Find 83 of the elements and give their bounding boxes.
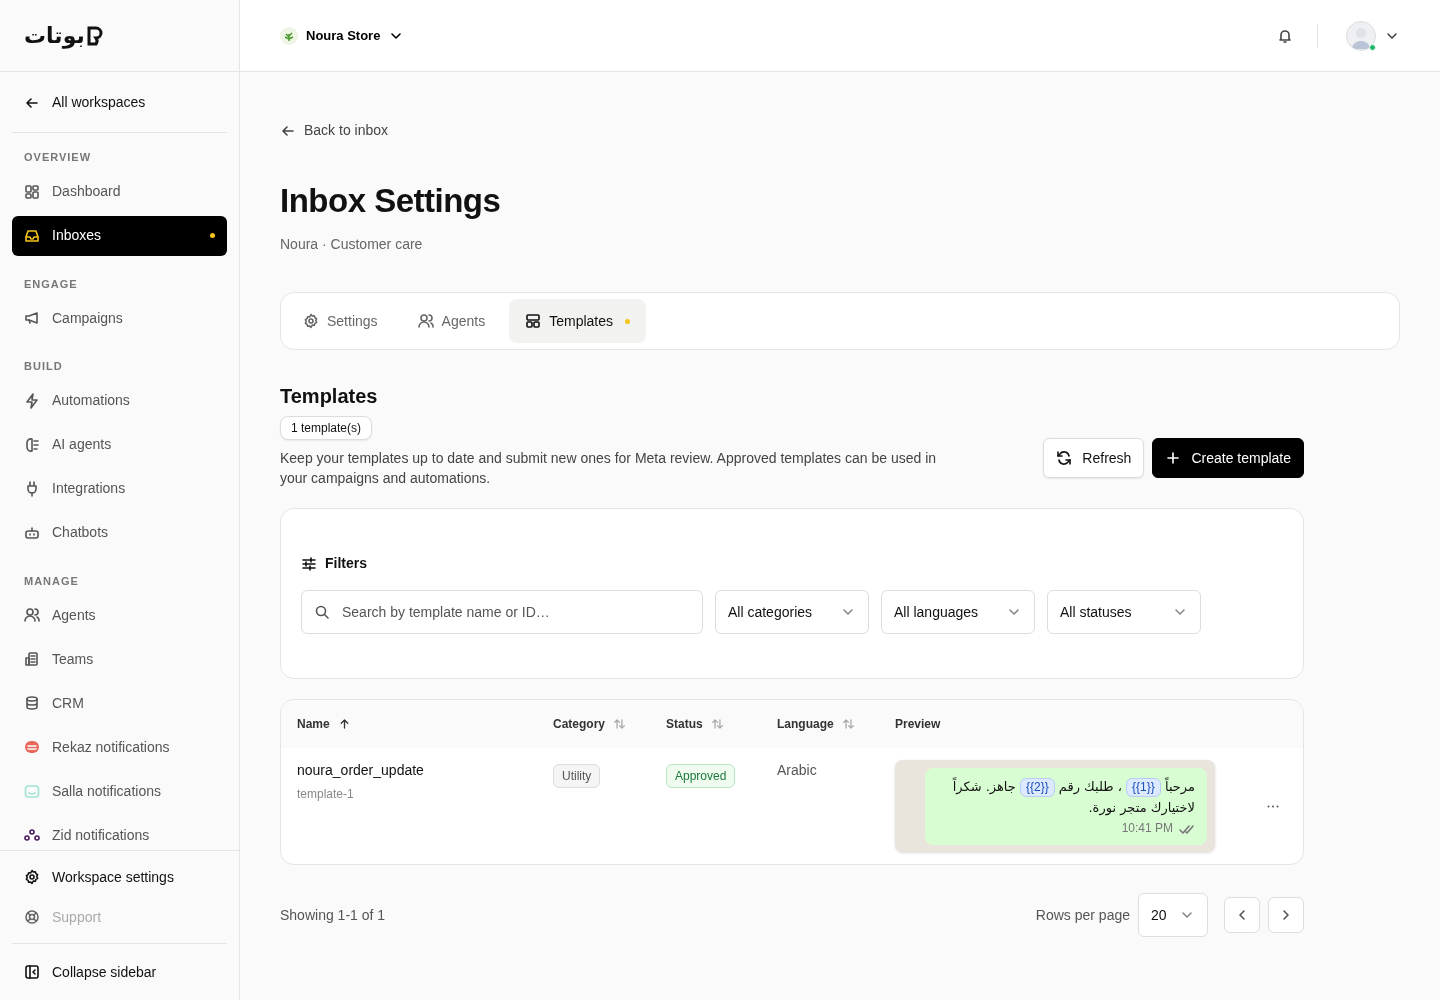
brain-icon xyxy=(24,436,40,453)
leaf-icon xyxy=(280,26,298,45)
message-time: 10:41 PM xyxy=(1121,820,1173,838)
section-title: Templates xyxy=(280,384,379,409)
sidebar-item[interactable]: Rekaz notifications xyxy=(12,727,227,767)
gear-icon xyxy=(303,313,319,330)
column-header[interactable]: Name xyxy=(297,715,330,734)
megaphone-icon xyxy=(24,310,40,326)
filter-select[interactable]: All languages xyxy=(881,590,1035,635)
lightning-icon xyxy=(24,392,40,409)
template-id: template-1 xyxy=(297,786,355,804)
create-template-button[interactable]: Create template xyxy=(1152,438,1304,479)
section-heading: MANAGE xyxy=(23,573,80,589)
next-page-button[interactable] xyxy=(1268,897,1304,934)
sliders-icon xyxy=(301,555,317,572)
previous-page-button[interactable] xyxy=(1224,897,1260,934)
search-icon xyxy=(314,604,330,621)
store-switcher[interactable]: Noura Store xyxy=(280,25,405,46)
sidebar-item[interactable]: Automations xyxy=(12,380,227,421)
building-icon xyxy=(24,651,40,667)
people-icon xyxy=(417,313,434,330)
sidebar-toggle-icon xyxy=(24,964,40,980)
people-icon xyxy=(24,607,40,623)
logo-text: بوتات xyxy=(24,24,85,47)
filter-select[interactable]: All statuses xyxy=(1047,590,1201,635)
bell-icon[interactable] xyxy=(1277,27,1293,44)
collapse-sidebar-button[interactable]: Collapse sidebar xyxy=(12,952,227,992)
sidebar-item[interactable]: Salla notifications xyxy=(12,771,227,811)
rekaz-logo-icon xyxy=(24,739,40,755)
section-heading: BUILD xyxy=(23,359,64,374)
search-field[interactable]: Search by template name or ID… xyxy=(301,590,703,635)
page-subtitle: Noura · Customer care xyxy=(280,235,424,255)
sidebar-item[interactable]: Dashboard xyxy=(12,171,227,212)
layout-icon xyxy=(525,313,542,330)
table-cell-text: Arabic xyxy=(777,761,818,781)
zid-logo-icon xyxy=(24,827,40,843)
sidebar-item[interactable]: Zid notifications xyxy=(12,815,227,850)
sidebar-item[interactable]: Campaigns xyxy=(12,298,227,338)
robot-icon xyxy=(24,524,40,541)
category-tag: Utility xyxy=(553,764,601,789)
tab[interactable]: Settings xyxy=(287,299,394,344)
template-count: 1 template(s) xyxy=(280,416,373,441)
column-header[interactable]: Language xyxy=(777,715,834,734)
section-heading: ENGAGE xyxy=(23,276,79,292)
column-header[interactable]: Category xyxy=(553,715,605,734)
back-to-inbox-link[interactable]: Back to inbox xyxy=(280,120,389,141)
sidebar-item[interactable]: AI agents xyxy=(12,424,227,465)
sidebar-item[interactable]: Teams xyxy=(12,639,227,679)
filter-select[interactable]: All categories xyxy=(715,590,869,635)
column-header[interactable]: Status xyxy=(666,715,703,734)
search-input[interactable]: Search by template name or ID… xyxy=(340,600,690,624)
lifebuoy-icon xyxy=(24,909,40,925)
status-tag: Approved xyxy=(666,764,736,789)
refresh-icon xyxy=(1056,450,1073,467)
column-header[interactable]: Preview xyxy=(895,715,941,734)
salla-logo-icon xyxy=(24,783,40,799)
rows-per-page-select[interactable]: 20 xyxy=(1138,893,1208,938)
tab[interactable]: Agents xyxy=(401,299,502,344)
all-workspaces-link[interactable]: All workspaces xyxy=(12,72,227,133)
rows-per-page-label: Rows per page xyxy=(1035,905,1130,925)
user-avatar[interactable] xyxy=(1346,20,1376,51)
page-title: Inbox Settings xyxy=(280,180,502,221)
logo-icon xyxy=(86,25,103,46)
plus-icon xyxy=(1165,450,1182,467)
inbox-icon xyxy=(24,227,40,244)
filters-title: Filters xyxy=(325,554,367,574)
sidebar-item[interactable]: Chatbots xyxy=(12,512,227,553)
section-heading: OVERVIEW xyxy=(23,150,93,165)
sidebar-item[interactable]: Integrations xyxy=(12,468,227,509)
refresh-button[interactable]: Refresh xyxy=(1043,438,1145,479)
more-icon xyxy=(1267,804,1279,808)
template-name: noura_order_update xyxy=(297,761,425,781)
tab[interactable]: Templates xyxy=(509,299,646,344)
sidebar-item[interactable]: CRM xyxy=(12,683,227,723)
section-description: Keep your templates up to date and submit new ones for Meta review. Approved templates can be used in your campaigns and automations. xyxy=(280,449,938,489)
gear-icon xyxy=(24,869,40,885)
sidebar-item[interactable]: Agents xyxy=(12,595,227,635)
grid-icon xyxy=(24,183,40,200)
sidebar-item[interactable]: Inboxes xyxy=(12,215,227,256)
pagination-summary: Showing 1-1 of 1 xyxy=(280,905,386,925)
sidebar-item[interactable]: Workspace settings xyxy=(12,857,227,897)
plug-icon xyxy=(24,480,40,497)
database-icon xyxy=(24,695,40,711)
